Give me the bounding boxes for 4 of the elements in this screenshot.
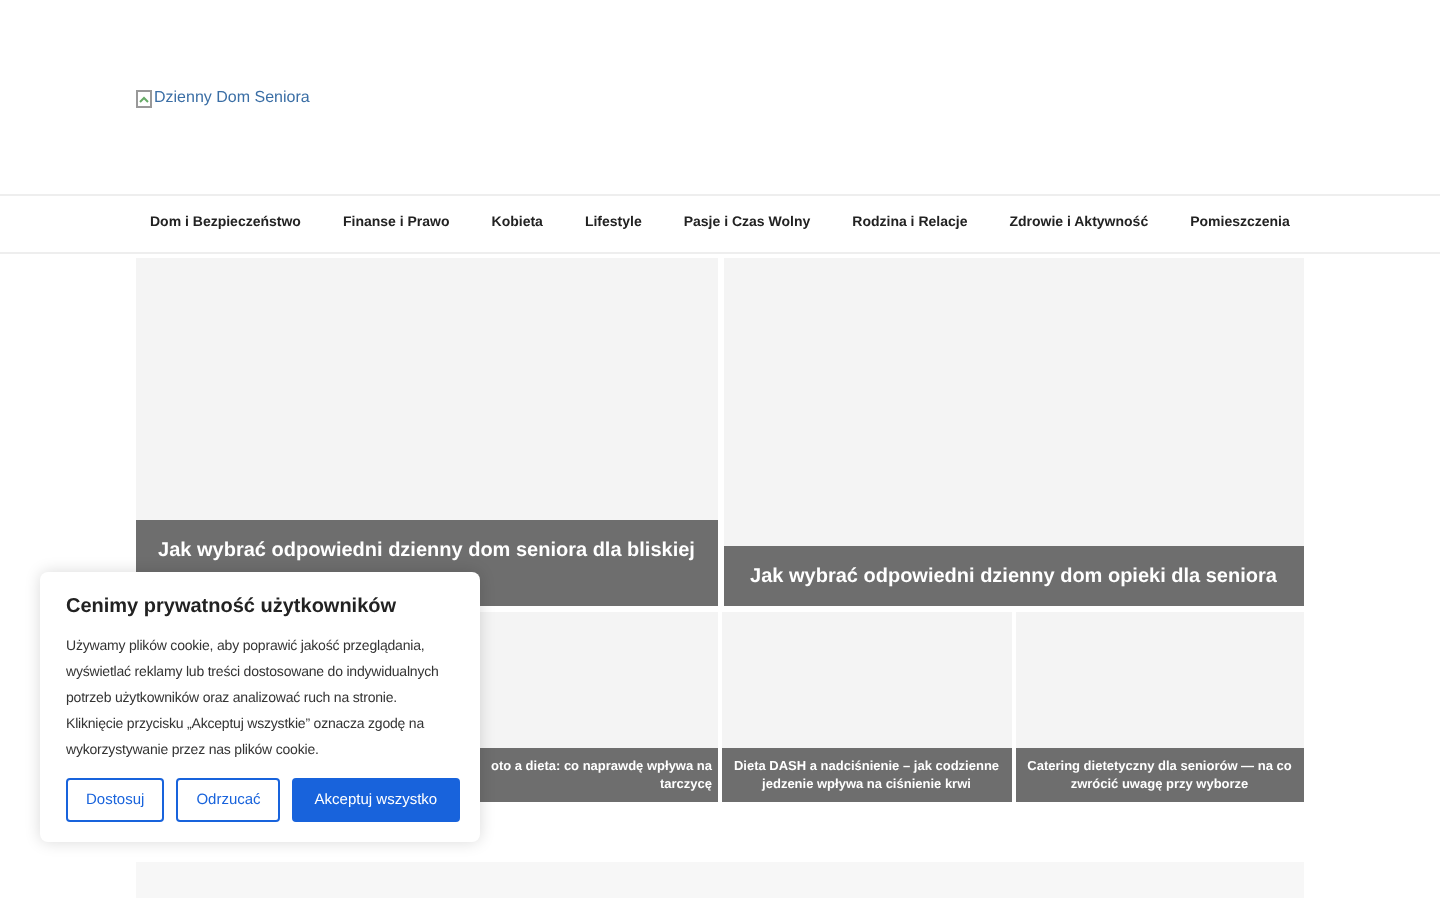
- logo-alt-text[interactable]: Dzienny Dom Seniora: [154, 86, 310, 110]
- article-title[interactable]: Jak wybrać odpowiedni dzienny dom opieki dla seniora: [723, 546, 1304, 606]
- article-card[interactable]: Jak wybrać odpowiedni dzienny dom opieki dla seniora: [723, 258, 1304, 606]
- broken-image-icon: [136, 89, 152, 107]
